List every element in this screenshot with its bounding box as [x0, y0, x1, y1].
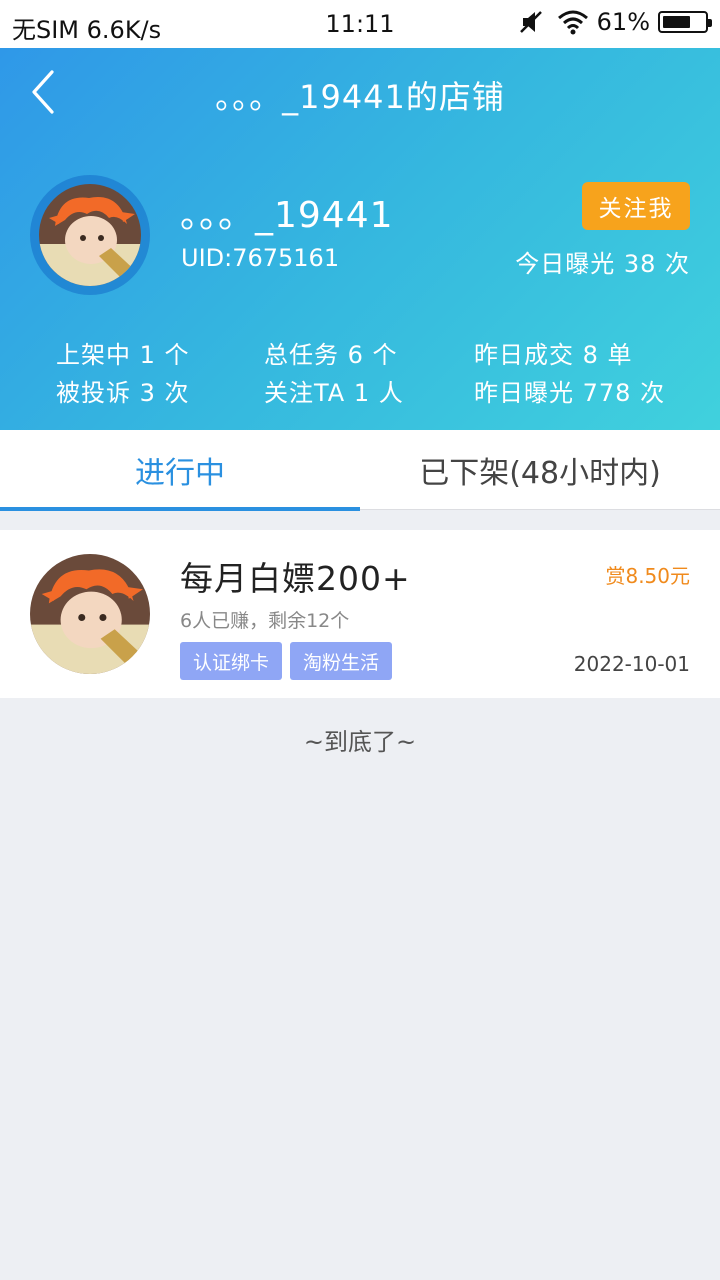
- shop-avatar-frame: [30, 175, 150, 295]
- exposure-today: 今日曝光 38 次: [515, 250, 690, 278]
- task-date: 2022-10-01: [573, 652, 690, 676]
- shop-header: 。。。_19441的店铺 。。。_19441 UID:7675161 关注我 今…: [0, 48, 720, 430]
- tab-bar: 进行中 已下架(48小时内): [0, 430, 720, 511]
- status-icons: 61%: [517, 8, 712, 36]
- stat-exposure-yesterday: 昨日曝光 778 次: [474, 379, 666, 407]
- tab-delisted[interactable]: 已下架(48小时内): [360, 430, 720, 510]
- shop-name: 。。。_19441: [180, 195, 394, 236]
- mute-icon: [519, 11, 542, 33]
- avatar[interactable]: [39, 184, 141, 286]
- task-reward: 赏8.50元: [605, 564, 690, 588]
- task-card[interactable]: 每月白嫖200+ 赏8.50元 6人已赚，剩余12个 认证绑卡 淘粉生活 202…: [0, 530, 720, 698]
- wifi-icon: [557, 10, 588, 35]
- end-of-list-text: ~到底了~: [303, 728, 417, 756]
- stat-listed: 上架中 1 个: [56, 341, 190, 369]
- task-title: 每月白嫖200+: [180, 559, 411, 598]
- battery-icon: [658, 11, 712, 33]
- task-progress: 6人已赚，剩余12个: [180, 610, 350, 632]
- follow-button[interactable]: 关注我: [582, 182, 690, 230]
- battery-percent: 61%: [596, 8, 650, 36]
- page-title: 。。。_19441的店铺: [215, 78, 505, 116]
- stat-complaints: 被投诉 3 次: [56, 379, 190, 407]
- user-id: UID:7675161: [181, 244, 340, 272]
- task-tags: 认证绑卡 淘粉生活: [180, 642, 393, 680]
- tab-in-progress[interactable]: 进行中: [0, 430, 360, 511]
- stat-followers: 关注TA 1 人: [264, 379, 404, 407]
- status-bar: 无SIM 6.6K/s 11:11 61%: [0, 0, 720, 48]
- stat-deals-yesterday: 昨日成交 8 单: [474, 341, 633, 369]
- stat-total-tasks: 总任务 6 个: [264, 341, 398, 369]
- tag-badge: 认证绑卡: [180, 642, 283, 680]
- task-avatar: [30, 554, 150, 674]
- tag-badge: 淘粉生活: [290, 642, 393, 680]
